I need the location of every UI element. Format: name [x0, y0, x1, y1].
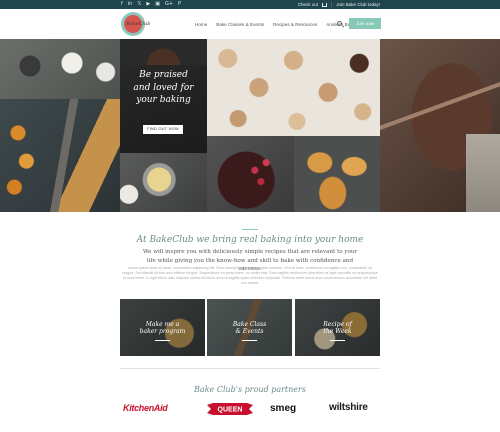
card-recipe-week[interactable]: Recipe of the Week: [295, 299, 380, 356]
nav-home[interactable]: Home: [195, 22, 207, 27]
join-now-button[interactable]: Join now: [349, 18, 381, 29]
divider: [242, 229, 258, 230]
nav-bake-classes[interactable]: Bake Classes & Events: [216, 22, 264, 27]
facebook-icon[interactable]: f: [121, 0, 123, 9]
hero-title: Be praised and loved for your baking: [120, 69, 207, 107]
checkout-link[interactable]: Check out: [298, 0, 318, 9]
twitter-icon[interactable]: 𝕏: [137, 0, 141, 9]
hero-title-line: and loved for: [133, 82, 194, 93]
card-underline: [242, 340, 257, 341]
card-underline: [330, 340, 345, 341]
kitchenaid-logo[interactable]: KitchenAid: [123, 403, 168, 413]
card-label: Bake Class & Events: [207, 321, 292, 335]
pinterest-icon[interactable]: P: [178, 0, 181, 9]
search-icon[interactable]: [337, 21, 342, 26]
divider: [120, 368, 380, 369]
photo-apricot-tart: [0, 99, 120, 212]
photo-cakes-topdown: [0, 39, 120, 99]
card-label-line: Make me a: [145, 321, 180, 328]
googleplus-icon[interactable]: G+: [165, 0, 173, 9]
photo-custard-pan: [120, 153, 207, 212]
card-label-line: & Events: [235, 328, 264, 335]
photo-milk-jug: [466, 134, 500, 212]
intro-title: At BakeClub we bring real baking into yo…: [136, 235, 364, 245]
main-nav: Home Bake Classes & Events Recipes & Res…: [195, 9, 357, 39]
photo-cookies: [207, 39, 380, 136]
card-label: Recipe of the Week: [295, 321, 380, 335]
top-bar: f in 𝕏 ▶ ▣ G+ P Check out | Join Bake Cl…: [0, 0, 500, 9]
card-baker-program[interactable]: Make me a baker program: [120, 299, 205, 356]
card-label-line: Recipe of: [323, 321, 352, 328]
join-link[interactable]: Join Bake Club today!: [336, 0, 380, 9]
separator: |: [331, 2, 333, 7]
intro-body: Lorem ipsum dolor sit amet, consectetur …: [122, 266, 378, 285]
instagram-icon[interactable]: ▣: [155, 0, 160, 9]
card-label: Make me a baker program: [120, 321, 205, 335]
wiltshire-logo[interactable]: wiltshire: [329, 402, 368, 413]
hero-title-line: Be praised: [139, 70, 188, 80]
partners-title: Bake Club's proud partners: [194, 385, 306, 394]
card-label-line: the Week: [323, 328, 352, 335]
site-header: BakeClub Home Bake Classes & Events Reci…: [0, 9, 500, 39]
nav-recipes[interactable]: Recipes & Resources: [273, 22, 317, 27]
photo-chocolate-cake: [207, 136, 294, 212]
cart-icon[interactable]: [322, 2, 328, 7]
card-label-line: baker program: [139, 328, 186, 335]
photo-croissants: [294, 136, 380, 212]
hero-mosaic: Be praised and loved for your baking FIN…: [0, 39, 500, 212]
card-underline: [155, 340, 170, 341]
find-out-now-button[interactable]: FIND OUT NOW: [143, 125, 183, 134]
smeg-logo[interactable]: smeg: [270, 403, 296, 414]
top-actions: Check out | Join Bake Club today!: [298, 0, 380, 9]
queen-logo-text: QUEEN: [218, 407, 243, 414]
youtube-icon[interactable]: ▶: [146, 0, 150, 9]
logo-text: BakeClub: [126, 21, 151, 27]
hero-title-line: your baking: [136, 95, 191, 105]
social-links: f in 𝕏 ▶ ▣ G+ P: [121, 0, 181, 9]
queen-logo[interactable]: QUEEN: [207, 403, 253, 415]
photo-chocolate-disc: [120, 39, 207, 65]
card-bake-class[interactable]: Bake Class & Events: [207, 299, 292, 356]
linkedin-icon[interactable]: in: [128, 0, 133, 9]
card-label-line: Bake Class: [232, 321, 267, 328]
